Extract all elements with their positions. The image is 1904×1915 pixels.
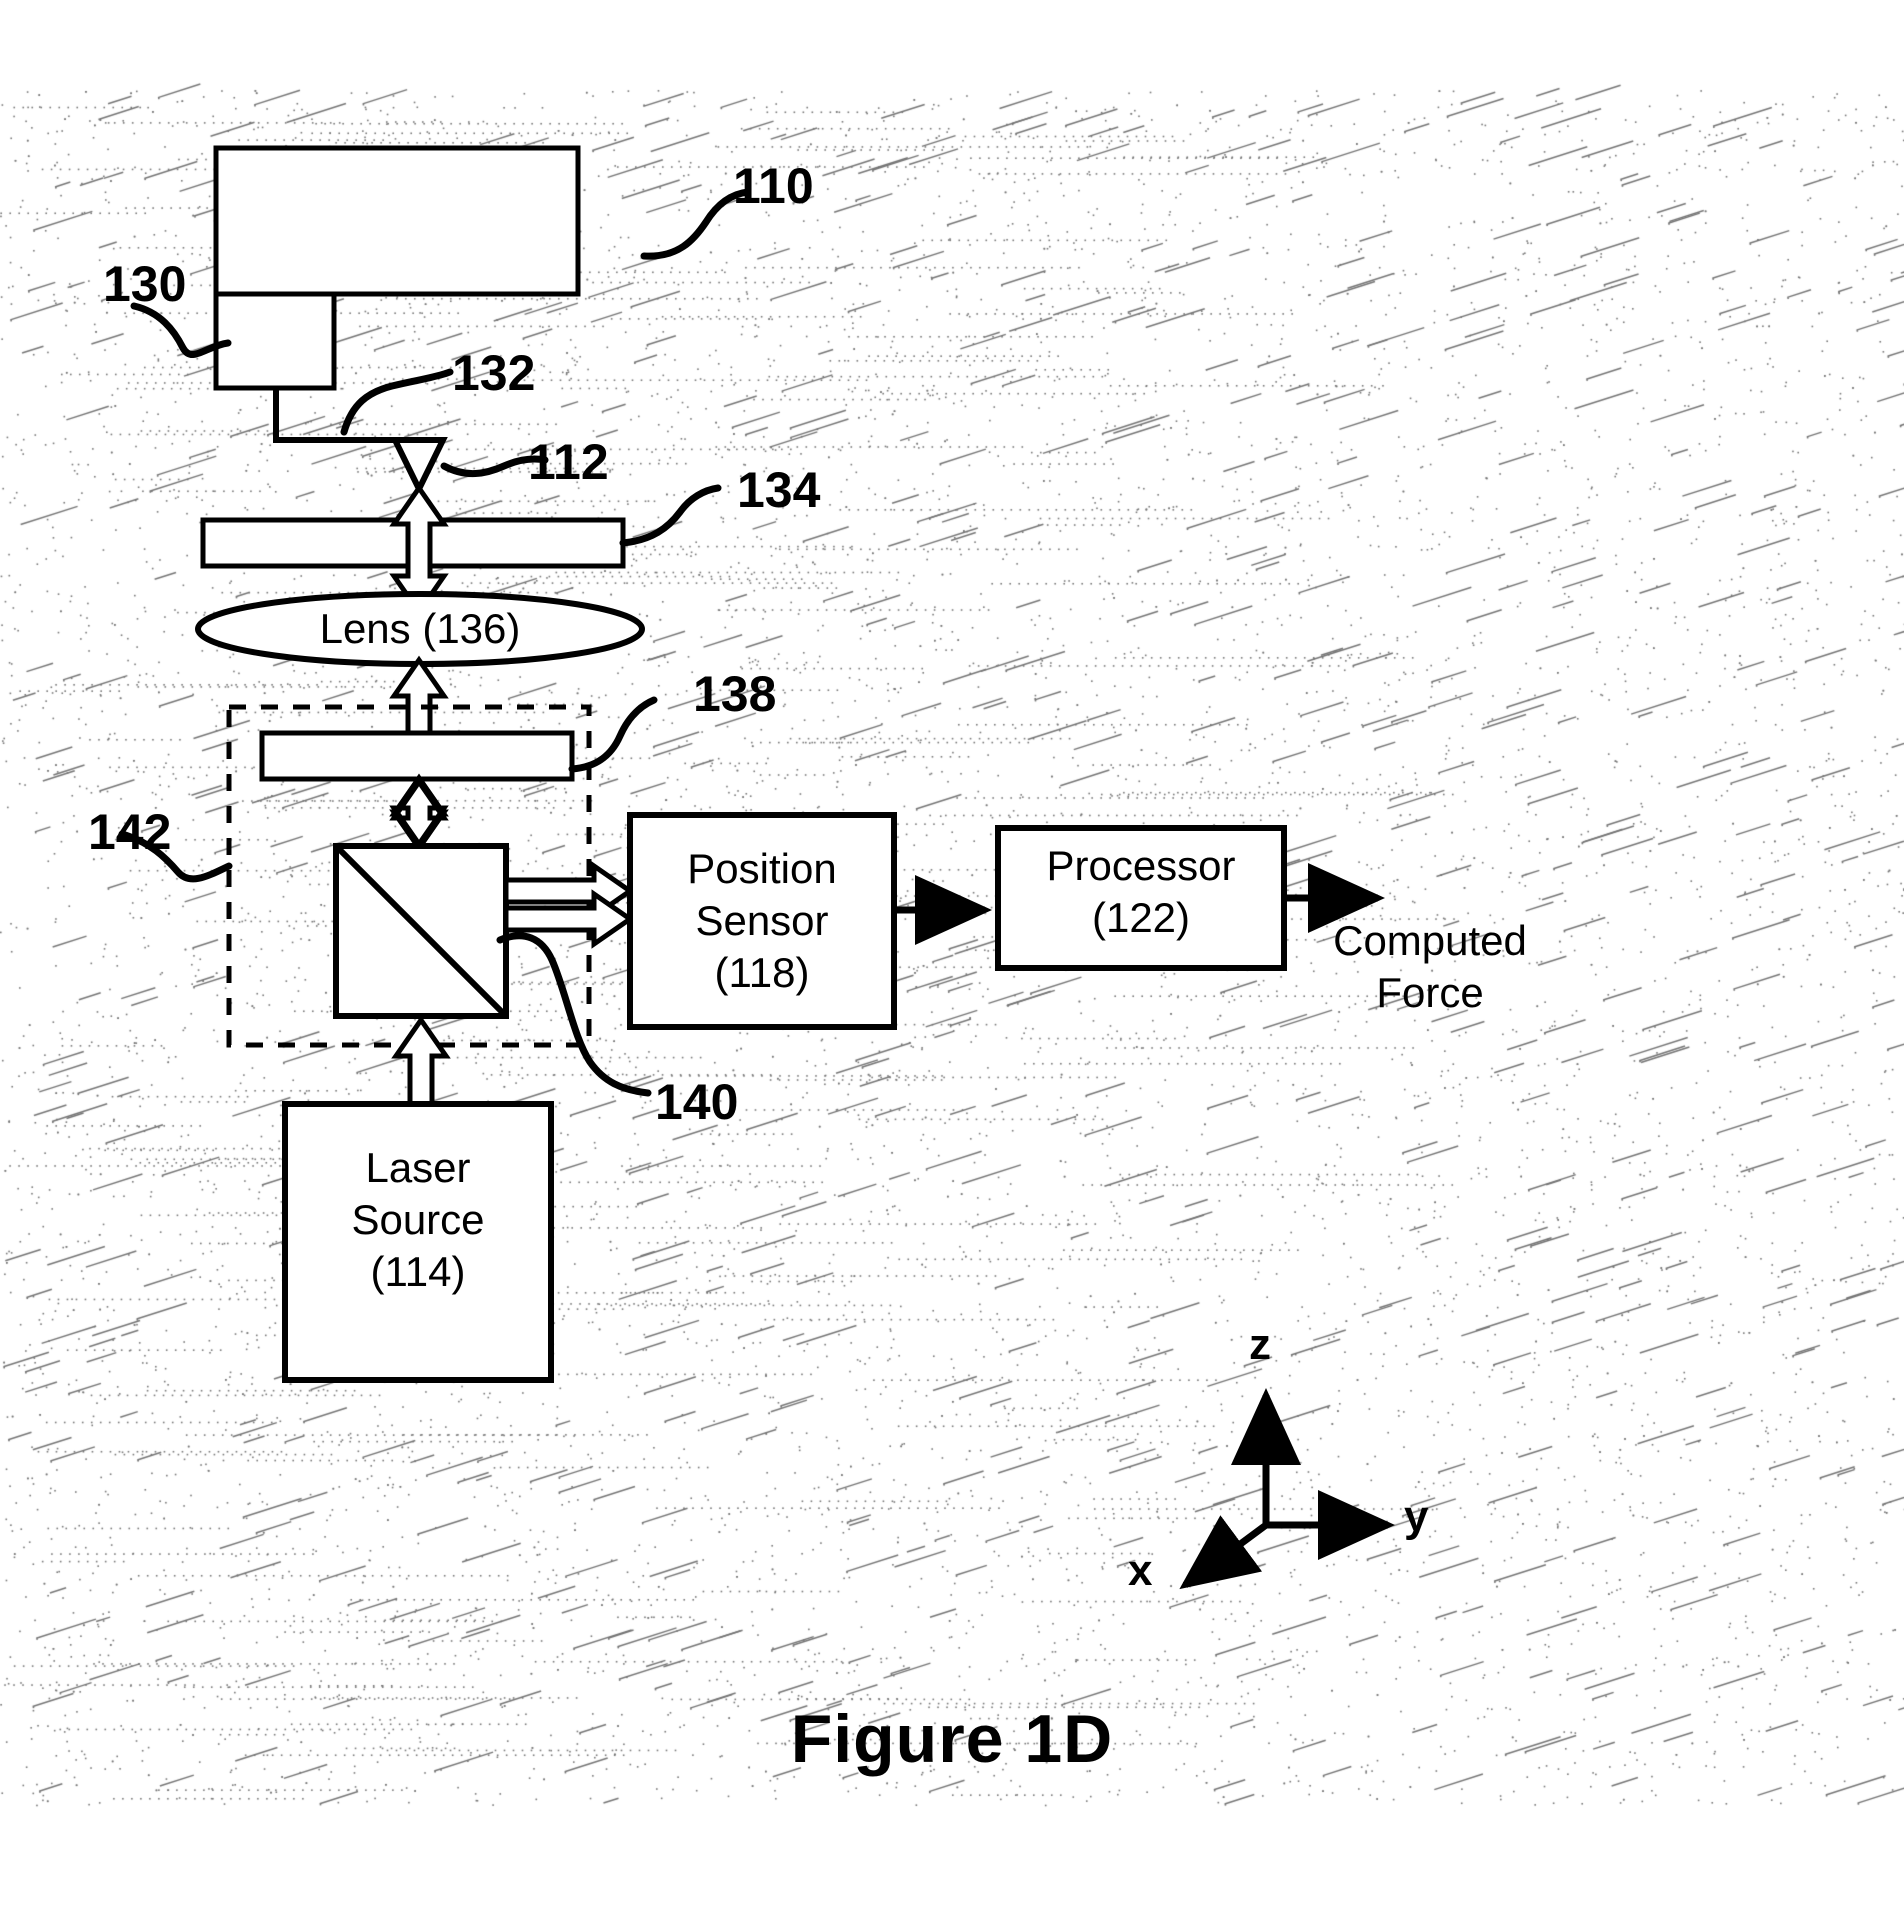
leader-138 bbox=[568, 696, 658, 773]
ref-label-138: 138 bbox=[693, 666, 777, 722]
figure-1d-diagram bbox=[118, 145, 1395, 1590]
position-sensor-line3: (118) bbox=[714, 949, 810, 996]
processor-line1: Processor bbox=[1046, 842, 1236, 889]
position-sensor-line1: Position bbox=[687, 845, 837, 892]
x-axis bbox=[1179, 1515, 1269, 1590]
ref-label-112: 112 bbox=[528, 434, 609, 490]
processor-label: Processor (122) bbox=[998, 840, 1284, 944]
ref-label-142: 142 bbox=[88, 804, 172, 860]
beam-splitter-140 bbox=[333, 843, 509, 1019]
lens-label-text: Lens (136) bbox=[319, 605, 521, 652]
laser-source-label: Laser Source (114) bbox=[285, 1142, 551, 1298]
probe-tip-112 bbox=[390, 437, 448, 496]
coordinate-axes bbox=[1179, 1388, 1395, 1590]
block-130 bbox=[213, 291, 337, 391]
beam-arrow-laser-to-splitter bbox=[391, 1015, 451, 1107]
axis-label-z: z bbox=[1249, 1320, 1271, 1369]
processor-line2: (122) bbox=[1091, 894, 1191, 941]
leader-140 bbox=[496, 932, 652, 1097]
leader-134 bbox=[619, 484, 722, 547]
holder-block-110 bbox=[213, 145, 581, 297]
axis-label-x: x bbox=[1128, 1546, 1153, 1595]
cantilever-132 bbox=[273, 388, 443, 443]
figure-caption: Figure 1D bbox=[790, 1701, 1114, 1777]
beam-arrow-138-to-splitter-shaft bbox=[389, 777, 449, 849]
patent-figure-page: 110 130 132 112 134 138 142 140 Lens (13… bbox=[0, 0, 1904, 1915]
axis-label-y: y bbox=[1404, 1492, 1429, 1541]
laser-source-line1: Laser bbox=[365, 1144, 471, 1191]
output-line2: Force bbox=[1376, 969, 1484, 1016]
output-label: Computed Force bbox=[1300, 915, 1560, 1019]
position-sensor-label: Position Sensor (118) bbox=[630, 843, 894, 999]
bar-138 bbox=[259, 730, 575, 782]
ref-label-110: 110 bbox=[733, 158, 814, 214]
ref-label-130: 130 bbox=[103, 256, 187, 312]
ref-label-132: 132 bbox=[452, 345, 536, 401]
laser-source-line3: (114) bbox=[370, 1248, 466, 1295]
leader-132 bbox=[340, 368, 454, 436]
ref-label-134: 134 bbox=[737, 462, 821, 518]
position-sensor-line2: Sensor bbox=[695, 897, 829, 944]
output-line1: Computed bbox=[1333, 917, 1527, 964]
ref-label-140: 140 bbox=[655, 1074, 739, 1130]
laser-source-line2: Source bbox=[351, 1196, 485, 1243]
lens-label: Lens (136) bbox=[203, 605, 637, 653]
